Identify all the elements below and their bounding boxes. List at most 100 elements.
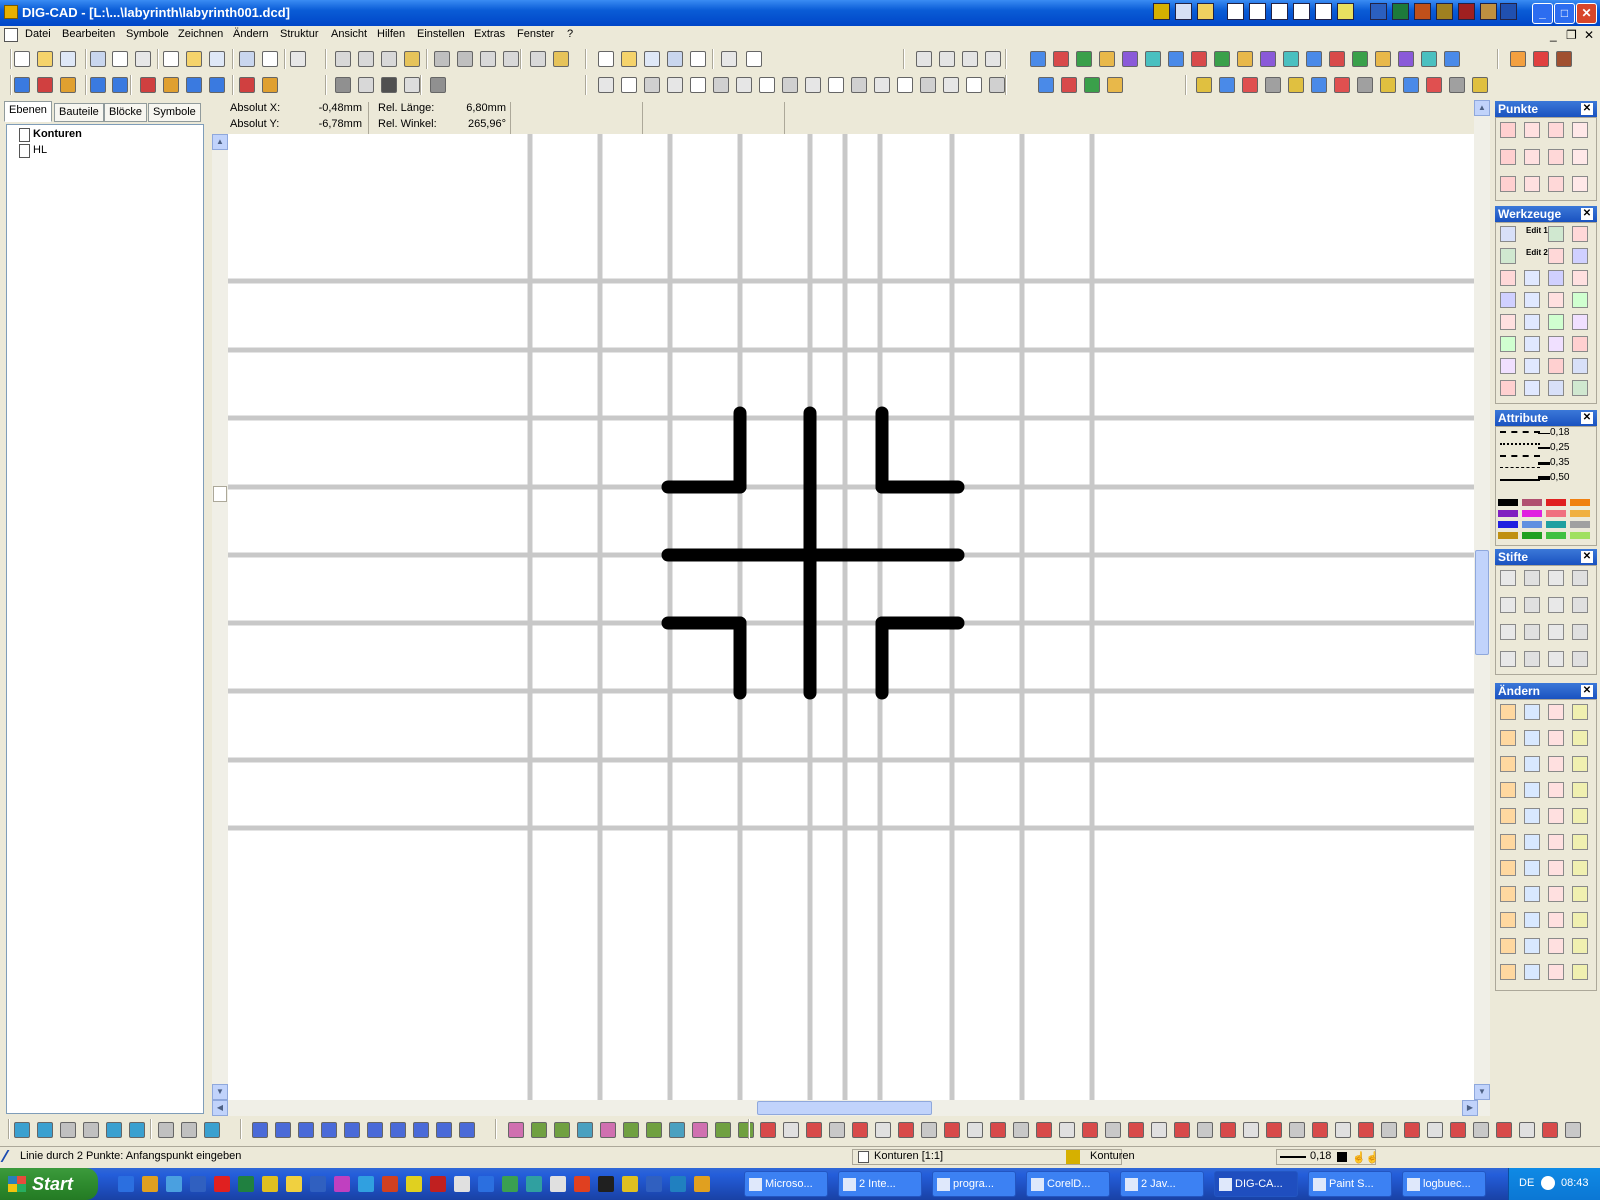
mail-icon[interactable] — [1227, 3, 1244, 20]
palette-tool-icon[interactable] — [1548, 122, 1564, 138]
palette-tool-icon[interactable] — [1524, 270, 1540, 286]
app-icon[interactable] — [4, 5, 18, 19]
toolbar-tool-icon[interactable] — [989, 77, 1005, 93]
toolbar-tool-icon[interactable] — [390, 1122, 406, 1138]
color-swatch[interactable] — [1522, 532, 1542, 539]
toolbar-tool-icon[interactable] — [966, 77, 982, 93]
palette-tool-icon[interactable] — [1500, 704, 1516, 720]
taskbar-button[interactable]: Microso... — [744, 1171, 828, 1197]
toolbar-tool-icon[interactable] — [14, 1122, 30, 1138]
toolbar-tool-icon[interactable] — [967, 1122, 983, 1138]
color-swatch[interactable] — [1498, 521, 1518, 528]
toolbar-tool-icon[interactable] — [321, 1122, 337, 1138]
palette-tool-icon[interactable] — [1524, 834, 1540, 850]
palette-tool-icon[interactable] — [1548, 756, 1564, 772]
toolbar-tool-icon[interactable] — [508, 1122, 524, 1138]
quick-launch-icon[interactable] — [526, 1176, 542, 1192]
minimize-button[interactable]: _ — [1532, 3, 1553, 24]
excel-icon[interactable] — [1392, 3, 1409, 20]
mdi-restore-button[interactable]: ❐ — [1566, 28, 1577, 42]
line-style-dashdot[interactable] — [1500, 455, 1540, 458]
line-width-035[interactable]: 0,35 — [1538, 457, 1569, 468]
quick-launch-icon[interactable] — [670, 1176, 686, 1192]
toolbar-tool-icon[interactable] — [759, 77, 775, 93]
toolbar-tool-icon[interactable] — [1242, 77, 1258, 93]
toolbar-tool-icon[interactable] — [239, 77, 255, 93]
calendar-icon[interactable] — [1249, 3, 1266, 20]
palette-tool-icon[interactable] — [1548, 314, 1564, 330]
palette-tool-icon[interactable] — [1572, 358, 1588, 374]
quick-launch-icon[interactable] — [1175, 3, 1192, 20]
palette-tool-icon[interactable] — [1524, 860, 1540, 876]
palette-tool-icon[interactable] — [1572, 226, 1588, 242]
mdi-minimize-button[interactable]: _ — [1550, 28, 1557, 42]
palette-tool-icon[interactable] — [1500, 292, 1516, 308]
toolbar-tool-icon[interactable] — [530, 51, 546, 67]
palette-tool-icon[interactable] — [1572, 314, 1588, 330]
palette-tool-icon[interactable] — [1500, 756, 1516, 772]
palette-tool-icon[interactable] — [1524, 292, 1540, 308]
palette-tool-icon[interactable] — [1500, 730, 1516, 746]
palette-tool-icon[interactable] — [1524, 570, 1540, 586]
scroll-down-arrow[interactable]: ▼ — [1474, 1084, 1490, 1100]
toolbar-tool-icon[interactable] — [1084, 77, 1100, 93]
toolbar-tool-icon[interactable] — [112, 51, 128, 67]
palette-tool-icon[interactable] — [1548, 834, 1564, 850]
toolbar-tool-icon[interactable] — [577, 1122, 593, 1138]
menu-extras[interactable]: Extras — [474, 28, 505, 40]
menu-symbole[interactable]: Symbole — [126, 28, 169, 40]
vertical-scroll-thumb[interactable] — [1475, 550, 1489, 655]
palette-tool-icon[interactable] — [1572, 624, 1588, 640]
line-style-wave[interactable] — [1500, 479, 1540, 482]
toolbar-tool-icon[interactable] — [1289, 1122, 1305, 1138]
palette-tool-icon[interactable] — [1500, 336, 1516, 352]
palette-tool-icon[interactable] — [1548, 248, 1564, 264]
palette-tool-icon[interactable] — [1572, 782, 1588, 798]
toolbar-tool-icon[interactable] — [943, 77, 959, 93]
toolbar-tool-icon[interactable] — [1403, 77, 1419, 93]
toolbar-tool-icon[interactable] — [553, 51, 569, 67]
palette-tool-icon[interactable] — [1524, 624, 1540, 640]
volume-icon[interactable] — [1541, 1176, 1555, 1190]
palette-tool-icon[interactable] — [1524, 964, 1540, 980]
palette-tool-icon[interactable] — [1500, 597, 1516, 613]
toolbar-tool-icon[interactable] — [1380, 77, 1396, 93]
menu-struktur[interactable]: Struktur — [280, 28, 319, 40]
palette-tool-icon[interactable] — [1572, 149, 1588, 165]
color-swatch[interactable] — [1522, 499, 1542, 506]
horizontal-scrollbar[interactable]: ◀ ▶ — [212, 1100, 1490, 1116]
toolbar-tool-icon[interactable] — [1013, 1122, 1029, 1138]
line-width-025[interactable]: 0,25 — [1538, 442, 1569, 453]
palette-tool-icon[interactable] — [1524, 756, 1540, 772]
toolbar-tool-icon[interactable] — [14, 77, 30, 93]
toolbar-tool-icon[interactable] — [290, 51, 306, 67]
toolbar-tool-icon[interactable] — [1196, 77, 1212, 93]
toolbar-tool-icon[interactable] — [37, 77, 53, 93]
quick-launch-icon[interactable] — [574, 1176, 590, 1192]
toolbar-tool-icon[interactable] — [1243, 1122, 1259, 1138]
palette-tool-icon[interactable] — [1548, 380, 1564, 396]
toolbar-tool-icon[interactable] — [715, 1122, 731, 1138]
toolbar-tool-icon[interactable] — [14, 51, 30, 67]
toolbar-tool-icon[interactable] — [1496, 1122, 1512, 1138]
toolbar-tool-icon[interactable] — [1404, 1122, 1420, 1138]
toolbar-tool-icon[interactable] — [1542, 1122, 1558, 1138]
palette-tool-icon[interactable] — [1572, 756, 1588, 772]
toolbar-tool-icon[interactable] — [1335, 1122, 1351, 1138]
taskbar-button[interactable]: CorelD... — [1026, 1171, 1110, 1197]
palette-tool-icon[interactable] — [1548, 912, 1564, 928]
quick-launch-icon[interactable] — [550, 1176, 566, 1192]
quick-launch-icon[interactable] — [286, 1176, 302, 1192]
palette-tool-icon[interactable] — [1548, 570, 1564, 586]
toolbar-tool-icon[interactable] — [644, 51, 660, 67]
quick-launch-icon[interactable] — [142, 1176, 158, 1192]
toolbar-tool-icon[interactable] — [1398, 51, 1414, 67]
palette-close-button[interactable]: ✕ — [1581, 208, 1593, 220]
palette-tool-icon[interactable] — [1500, 624, 1516, 640]
scroll-up-arrow[interactable]: ▲ — [212, 134, 228, 150]
toolbar-tool-icon[interactable] — [898, 1122, 914, 1138]
toolbar-tool-icon[interactable] — [404, 77, 420, 93]
palette-tool-icon[interactable] — [1548, 938, 1564, 954]
toolbar-tool-icon[interactable] — [344, 1122, 360, 1138]
title-bar[interactable]: DIG-CAD - [L:\...\labyrinth\labyrinth001… — [0, 0, 1600, 26]
